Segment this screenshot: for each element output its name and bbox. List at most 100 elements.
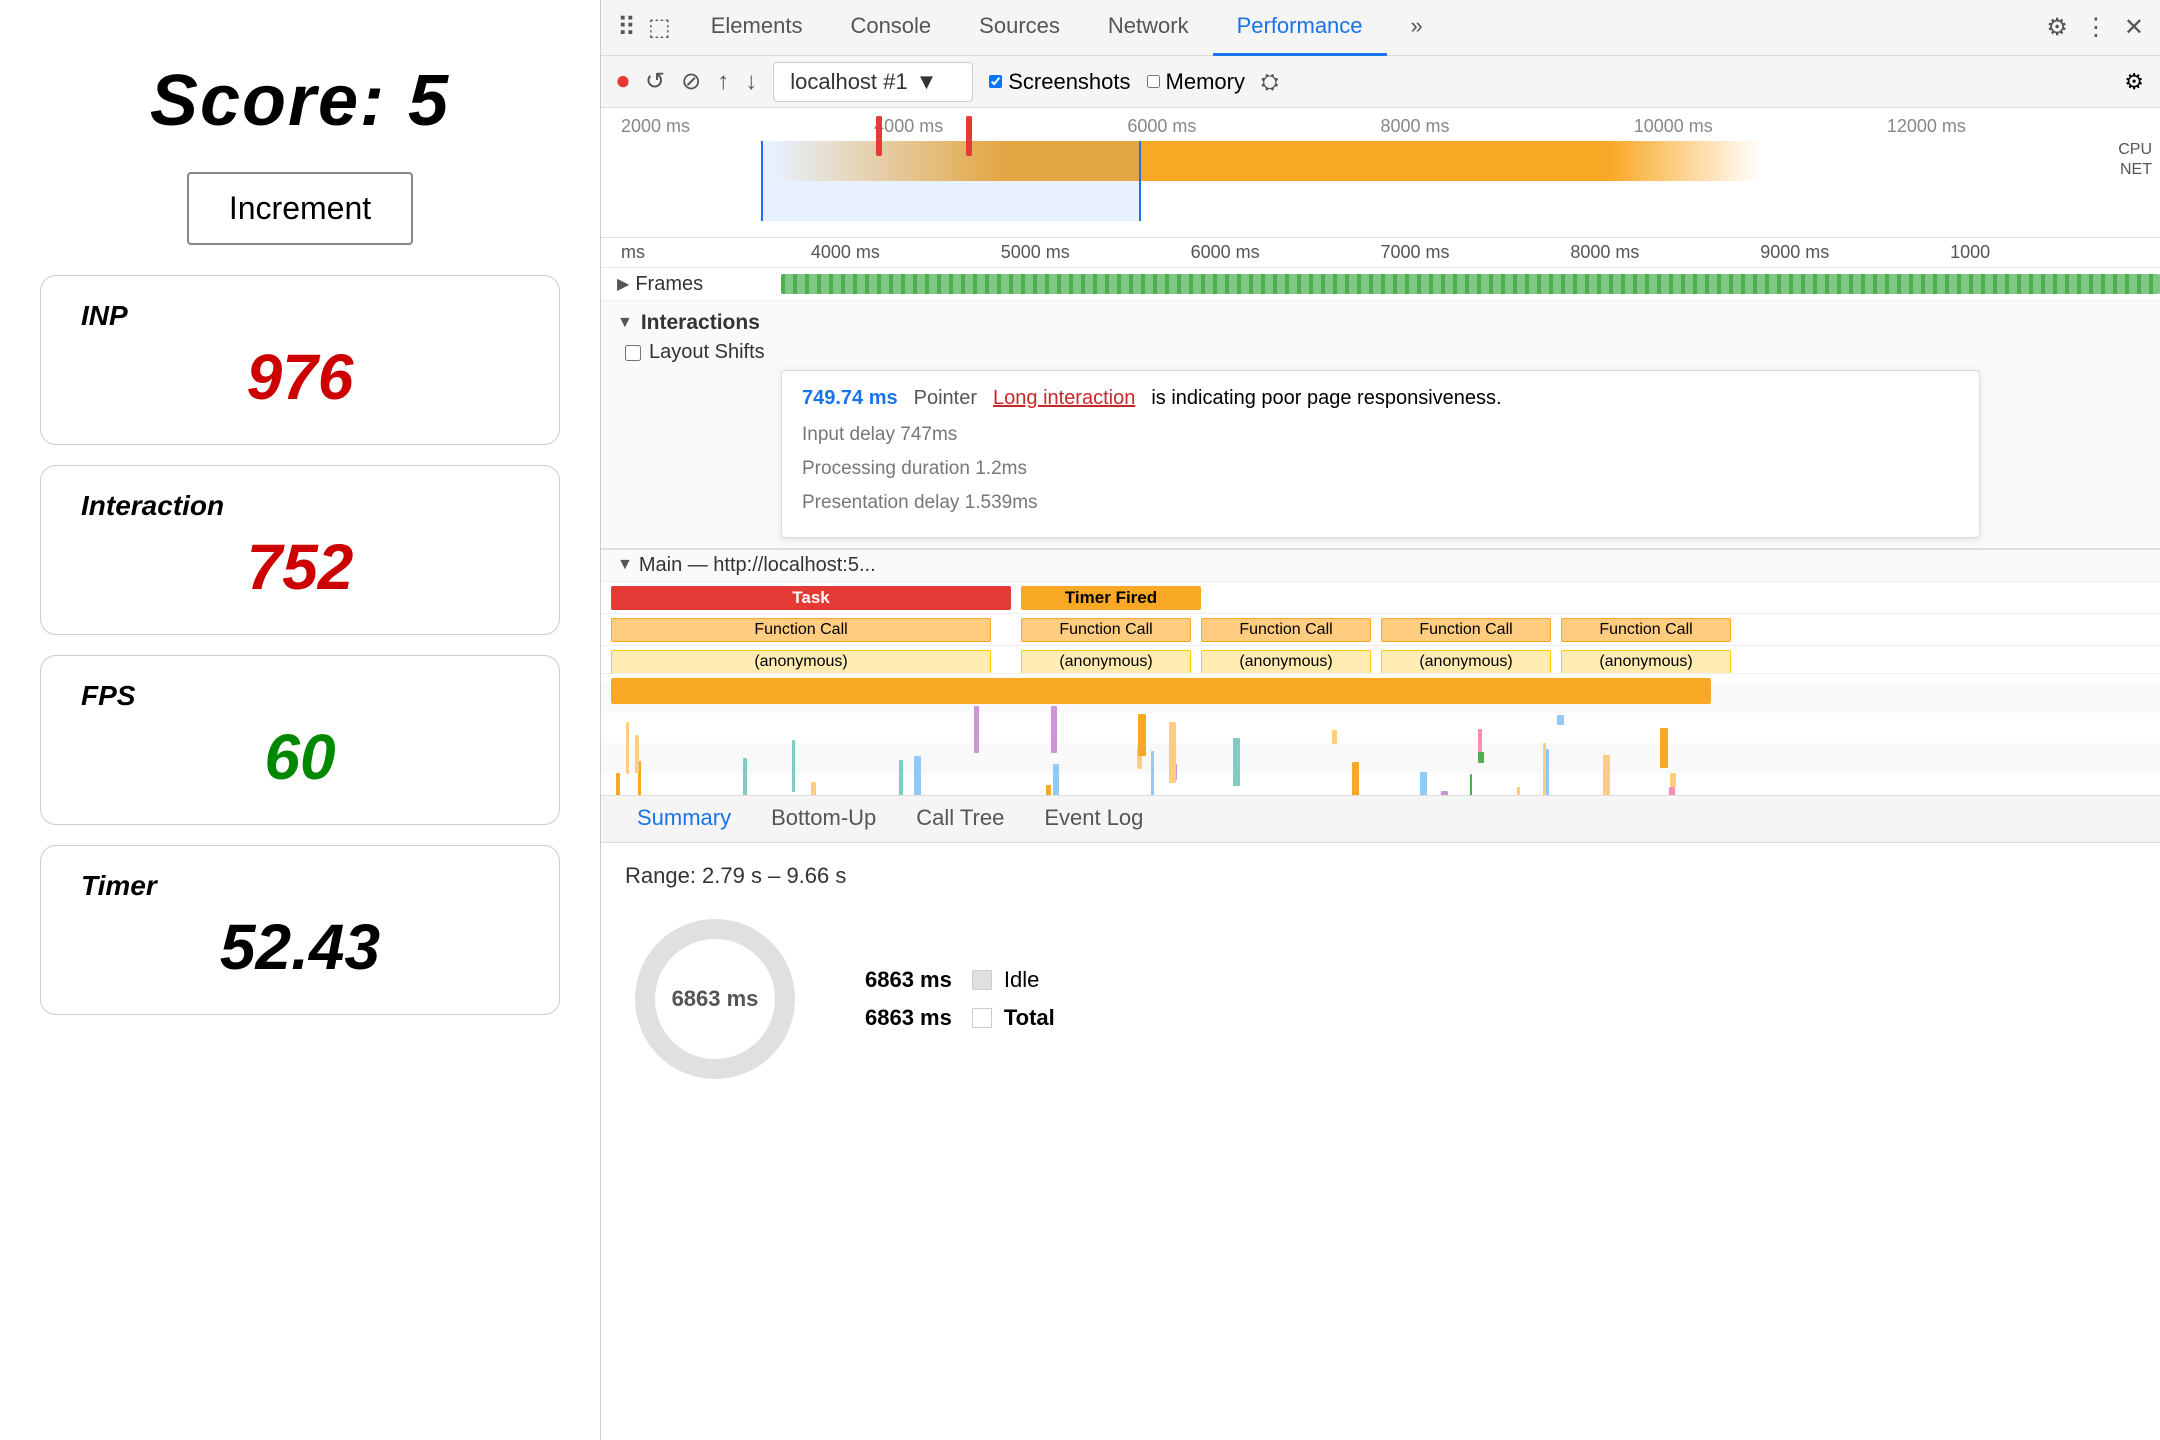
input-delay-value: 747ms xyxy=(900,424,957,445)
score-label: Score: xyxy=(150,61,386,141)
increment-button[interactable]: Increment xyxy=(187,172,413,245)
timeline-ruler: 2000 ms 4000 ms 6000 ms 8000 ms 10000 ms… xyxy=(601,116,2160,137)
main-thread-header: ▼ Main — http://localhost:5... xyxy=(601,550,2160,582)
timeline-stripe xyxy=(1332,730,1337,744)
timeline-stripe xyxy=(914,756,921,795)
ruler-mark-2: 4000 ms xyxy=(874,116,1127,137)
timeline-stripe xyxy=(1543,743,1546,795)
devtools-grid-icon: ⠿ xyxy=(617,12,636,43)
tab-network[interactable]: Network xyxy=(1084,0,1213,56)
main-thread-section: ▼ Main — http://localhost:5... Task Time… xyxy=(601,549,2160,795)
timeline-stripe xyxy=(1660,728,1668,768)
timeline-stripe xyxy=(1352,762,1359,795)
url-dropdown-icon[interactable]: ▼ xyxy=(916,69,938,95)
anon-3: (anonymous) xyxy=(1201,650,1371,674)
tab-more[interactable]: » xyxy=(1387,0,1447,56)
main-chevron[interactable]: ▼ xyxy=(617,556,633,574)
tab-summary[interactable]: Summary xyxy=(617,793,751,846)
overview-timeline[interactable]: 2000 ms 4000 ms 6000 ms 8000 ms 10000 ms… xyxy=(601,108,2160,238)
popup-message: is indicating poor page responsiveness. xyxy=(1151,387,1501,410)
total-value: 6863 ms xyxy=(865,1005,952,1031)
capture-icon[interactable]: ⛭ xyxy=(1261,69,1279,95)
long-interaction-link[interactable]: Long interaction xyxy=(993,387,1135,410)
ruler-mark-3: 6000 ms xyxy=(1127,116,1380,137)
interactions-header: ▼ Interactions xyxy=(601,307,2160,339)
metric-value-inp: 976 xyxy=(81,340,519,414)
anon-2: (anonymous) xyxy=(1021,650,1191,674)
metric-card-fps: FPS 60 xyxy=(40,655,560,825)
metric-cards: INP 976 Interaction 752 FPS 60 Timer 52.… xyxy=(40,275,560,1015)
task-track: Task Timer Fired xyxy=(601,582,2160,614)
download-icon[interactable]: ↓ xyxy=(745,68,757,96)
timeline-stripe xyxy=(899,760,903,795)
interaction-detail-popup: 749.74 ms Pointer Long interaction is in… xyxy=(781,370,1980,538)
metric-value-timer: 52.43 xyxy=(81,910,519,984)
more-icon[interactable]: ⋮ xyxy=(2084,13,2108,42)
refresh-icon[interactable]: ↺ xyxy=(645,67,665,96)
ruler-mark-5: 10000 ms xyxy=(1634,116,1887,137)
memory-label: Memory xyxy=(1166,69,1245,95)
timeline-stripe xyxy=(792,740,795,792)
tab-performance[interactable]: Performance xyxy=(1213,0,1387,56)
tab-console[interactable]: Console xyxy=(826,0,955,56)
close-icon[interactable]: ✕ xyxy=(2124,13,2144,42)
interactions-chevron[interactable]: ▼ xyxy=(617,314,633,332)
config-icon[interactable]: ⚙ xyxy=(2124,69,2144,95)
popup-type: Pointer xyxy=(914,387,977,410)
metric-card-inp: INP 976 xyxy=(40,275,560,445)
metric-card-interaction: Interaction 752 xyxy=(40,465,560,635)
timeline-stripe xyxy=(1046,785,1051,795)
screenshots-checkbox[interactable] xyxy=(989,75,1002,88)
legend-item-total: 6863 ms Total xyxy=(865,1005,1055,1031)
stop-icon[interactable]: ⊘ xyxy=(681,67,701,96)
idle-value: 6863 ms xyxy=(865,967,952,993)
screenshots-label: Screenshots xyxy=(1008,69,1130,95)
devtools-header-icons: ⚙ ⋮ ✕ xyxy=(2046,13,2144,42)
anonymous-labels-track: (anonymous) (anonymous) (anonymous) (ano… xyxy=(601,646,2160,674)
tab-call-tree[interactable]: Call Tree xyxy=(896,793,1024,846)
summary-range: Range: 2.79 s – 9.66 s xyxy=(625,863,2136,889)
timeline-stripe xyxy=(1517,787,1520,795)
main-label: Main — http://localhost:5... xyxy=(639,554,876,577)
timeline-stripe xyxy=(1233,738,1240,786)
fc-block-3: Function Call xyxy=(1201,618,1371,642)
timeline-stripe xyxy=(1478,752,1483,763)
record-icon[interactable]: ⏺ xyxy=(617,68,629,96)
frames-track: ▶ Frames xyxy=(601,268,2160,301)
yellow-bar xyxy=(611,678,1711,704)
processing-value: 1.2ms xyxy=(975,458,1027,479)
layout-shifts-checkbox[interactable] xyxy=(625,345,641,361)
tab-event-log[interactable]: Event Log xyxy=(1024,793,1163,846)
memory-checkbox[interactable] xyxy=(1147,75,1160,88)
timeline-stripe xyxy=(616,773,620,795)
anon-4: (anonymous) xyxy=(1381,650,1551,674)
anon-1: (anonymous) xyxy=(611,650,991,674)
tab-sources[interactable]: Sources xyxy=(955,0,1084,56)
fc-block-4: Function Call xyxy=(1381,618,1551,642)
processing-label: Processing duration xyxy=(802,458,970,479)
settings-icon[interactable]: ⚙ xyxy=(2046,13,2068,42)
metric-card-timer: Timer 52.43 xyxy=(40,845,560,1015)
timeline-stripe xyxy=(626,722,629,774)
timeline-stripe xyxy=(1441,791,1448,795)
frames-chevron[interactable]: ▶ xyxy=(617,274,629,294)
tab-elements[interactable]: Elements xyxy=(687,0,827,56)
presentation-value: 1.539ms xyxy=(965,492,1038,513)
devtools-toolbar: ⏺ ↺ ⊘ ↑ ↓ localhost #1 ▼ Screenshots Mem… xyxy=(601,56,2160,108)
layout-shifts-row: Layout Shifts xyxy=(601,339,2160,366)
url-bar: localhost #1 ▼ xyxy=(773,62,973,102)
upload-icon[interactable]: ↑ xyxy=(717,68,729,96)
timeline-stripe xyxy=(743,758,748,795)
interactions-label: Interactions xyxy=(641,311,760,335)
score-display: Score: 5 xyxy=(150,60,450,142)
timeline-stripe xyxy=(1603,755,1610,795)
devtools-header: ⠿ ⬚ Elements Console Sources Network Per… xyxy=(601,0,2160,56)
main-content[interactable]: ms 4000 ms 5000 ms 6000 ms 7000 ms 8000 … xyxy=(601,238,2160,795)
devtools-tabs: Elements Console Sources Network Perform… xyxy=(687,0,1447,56)
tab-bottom-up[interactable]: Bottom-Up xyxy=(751,793,896,846)
presentation-label: Presentation delay xyxy=(802,492,959,513)
frames-content xyxy=(781,270,2160,298)
metric-label-interaction: Interaction xyxy=(81,490,519,522)
anon-5: (anonymous) xyxy=(1561,650,1731,674)
metric-label-fps: FPS xyxy=(81,680,519,712)
